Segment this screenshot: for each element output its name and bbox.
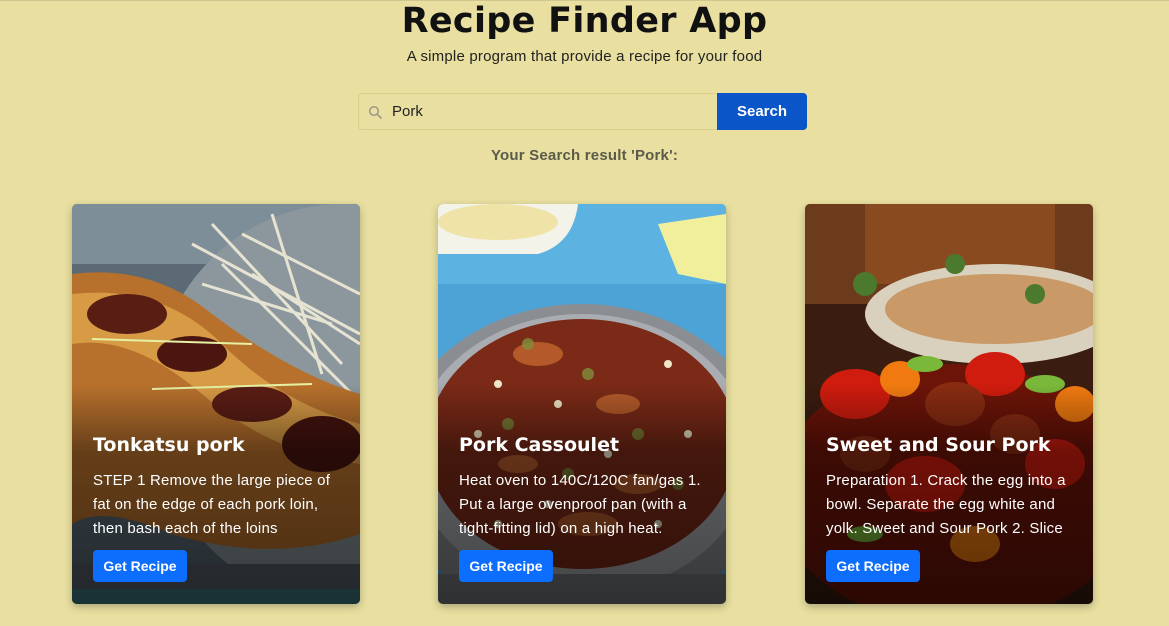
header: Recipe Finder App A simple program that …	[0, 1, 1169, 65]
card-body: Pork Cassoulet Heat oven to 140C/120C fa…	[459, 434, 710, 541]
app-subtitle: A simple program that provide a recipe f…	[406, 48, 763, 65]
get-recipe-button[interactable]: Get Recipe	[93, 550, 187, 582]
card-description: Heat oven to 140C/120C fan/gas 1. Put a …	[459, 472, 701, 537]
get-recipe-button[interactable]: Get Recipe	[826, 550, 920, 582]
card-overlay	[805, 204, 1093, 604]
get-recipe-button[interactable]: Get Recipe	[459, 550, 553, 582]
card-description: STEP 1 Remove the large piece of fat on …	[93, 472, 331, 537]
recipe-card: Pork Cassoulet Heat oven to 140C/120C fa…	[438, 204, 726, 604]
search-button[interactable]: Search	[717, 93, 807, 130]
card-body: Tonkatsu pork STEP 1 Remove the large pi…	[93, 434, 344, 541]
app-title: Recipe Finder App	[401, 1, 768, 41]
search-input[interactable]	[392, 94, 717, 129]
card-overlay	[72, 204, 360, 604]
card-body: Sweet and Sour Pork Preparation 1. Crack…	[826, 434, 1077, 541]
card-title: Tonkatsu pork	[93, 434, 245, 456]
search-result-label: Your Search result 'Pork':	[490, 147, 679, 164]
search-bar: Search	[358, 93, 807, 130]
recipe-card: Sweet and Sour Pork Preparation 1. Crack…	[805, 204, 1093, 604]
search-icon	[368, 105, 382, 119]
card-title: Pork Cassoulet	[459, 434, 620, 456]
card-description: Preparation 1. Crack the egg into a bowl…	[826, 472, 1066, 537]
recipe-card: Tonkatsu pork STEP 1 Remove the large pi…	[72, 204, 360, 604]
search-field[interactable]	[358, 93, 717, 130]
card-overlay	[438, 204, 726, 604]
card-title: Sweet and Sour Pork	[826, 434, 1051, 456]
